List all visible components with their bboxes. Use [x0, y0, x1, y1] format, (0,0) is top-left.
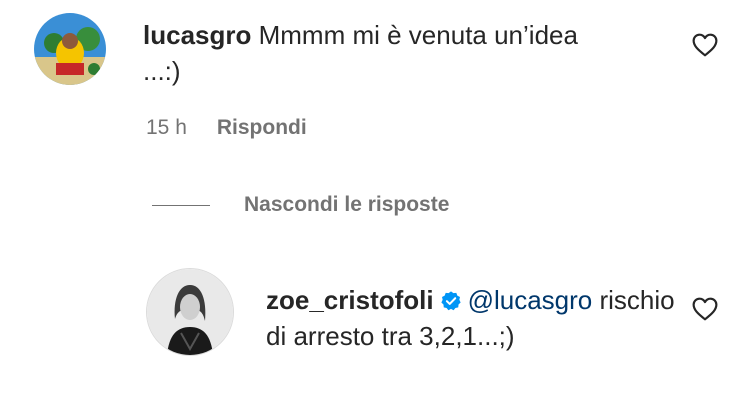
comment-meta: 15 h Rispondi [146, 114, 307, 142]
hide-replies-label: Nascondi le risposte [244, 193, 450, 216]
reply-mention[interactable]: @lucasgro [468, 285, 593, 315]
comments-thread: lucasgro Mmmm mi è venuta un’idea ...:) … [0, 0, 740, 408]
comment-body: lucasgro Mmmm mi è venuta un’idea ...:) [143, 17, 613, 89]
comment-username[interactable]: lucasgro [143, 20, 251, 50]
hide-replies-button[interactable]: Nascondi le risposte [152, 193, 449, 217]
verified-badge-icon [440, 291, 461, 311]
divider-line [152, 204, 210, 206]
reply-body: zoe_cristofoli @lucasgro rischio di arres… [266, 282, 686, 354]
reply-username[interactable]: zoe_cristofoli [266, 285, 434, 315]
heart-outline-icon[interactable] [692, 297, 718, 321]
avatar-zoe-cristofoli[interactable] [146, 268, 234, 356]
avatar-lucasgro[interactable] [34, 13, 106, 85]
reply-button[interactable]: Rispondi [217, 114, 307, 142]
comment-time: 15 h [146, 116, 187, 139]
heart-outline-icon[interactable] [692, 33, 718, 57]
